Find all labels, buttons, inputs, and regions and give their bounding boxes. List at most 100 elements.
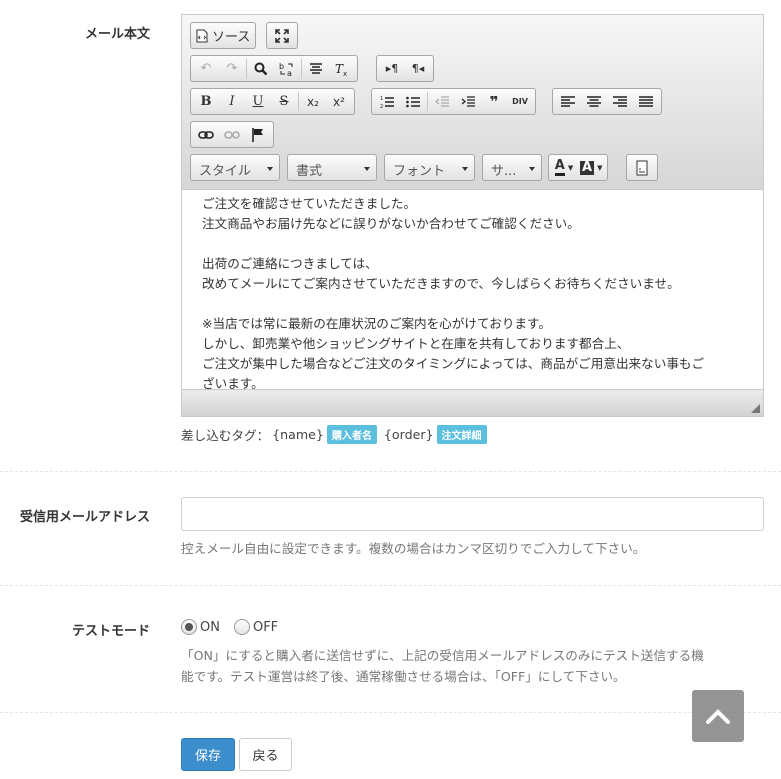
svg-text:b: b <box>279 62 284 71</box>
show-blocks-button[interactable] <box>629 157 655 178</box>
font-select[interactable]: フォント <box>384 154 475 181</box>
bulleted-list-button[interactable] <box>400 91 426 112</box>
receive-email-label: 受信用メールアドレス <box>19 510 150 525</box>
redo-button[interactable]: ↷ <box>219 58 245 79</box>
svg-text:1: 1 <box>380 96 383 102</box>
ltr-button[interactable]: ▸¶ <box>379 58 405 79</box>
anchor-button[interactable] <box>245 124 271 145</box>
format-select[interactable]: 書式 <box>287 154 377 181</box>
subscript-button[interactable]: x₂ <box>300 91 326 112</box>
undo-icon: ↶ <box>200 61 212 76</box>
size-select[interactable]: サ... <box>482 154 542 181</box>
rtl-icon: ¶◂ <box>411 62 425 75</box>
test-mode-off-radio[interactable] <box>233 619 250 635</box>
strike-button[interactable]: S <box>271 91 297 112</box>
content-line: ※当店では常に最新の在庫状況のご案内を心がけております。 <box>202 316 551 331</box>
bold-icon: B <box>200 94 212 109</box>
maximize-button[interactable] <box>269 25 295 46</box>
align-right-button[interactable] <box>607 91 633 112</box>
div-button[interactable]: DIV <box>507 91 533 112</box>
chevron-down-icon: ▼ <box>567 163 574 172</box>
back-button[interactable]: 戻る <box>239 738 292 771</box>
superscript-button[interactable]: x² <box>326 91 352 112</box>
toolbar-group-clipboard: ↶ ↷ ba Tx <box>190 55 358 82</box>
maximize-icon <box>275 28 289 43</box>
order-tag-badge[interactable]: 注文詳細 <box>436 425 487 444</box>
underline-button[interactable]: U <box>245 91 271 112</box>
resize-handle-icon[interactable] <box>751 404 760 413</box>
text-color-button[interactable]: A ▼ <box>551 157 577 178</box>
content-line: 注文商品やお届け先などに誤りがないか合わせてご確認ください。 <box>202 216 580 231</box>
link-button[interactable] <box>193 124 219 145</box>
order-tag-token: {order} <box>383 427 434 442</box>
numbered-list-button[interactable]: 12 <box>374 91 400 112</box>
scroll-to-top-button[interactable] <box>692 690 744 742</box>
content-line: ご注文が集中した場合などご注文のタイミングによっては、商品がご用意出来ない事もご <box>202 356 705 371</box>
editor-content[interactable]: ご注文を確認させていただきました。 注文商品やお届け先などに誤りがないか合わせて… <box>182 190 763 390</box>
content-line: 改めてメールにてご案内させていただきますので、今しばらくお待ちくださいませ。 <box>202 276 680 291</box>
receive-email-help: 控えメール自由に設定できます。複数の場合はカンマ区切りでご入力して下さい。 <box>181 541 646 556</box>
bg-color-icon: A <box>580 159 595 175</box>
test-mode-on-label[interactable]: ON <box>200 620 220 635</box>
undo-button[interactable]: ↶ <box>193 58 219 79</box>
toolbar-group-document: ソース <box>190 22 257 49</box>
rtl-button[interactable]: ¶◂ <box>405 58 431 79</box>
format-select-value: 書式 <box>296 164 323 179</box>
unlink-icon <box>224 130 240 139</box>
receive-email-input[interactable] <box>181 497 764 531</box>
align-justify-icon <box>639 95 653 107</box>
align-center-button[interactable] <box>581 91 607 112</box>
remove-format-button[interactable]: Tx <box>329 58 355 79</box>
test-mode-label: テストモード <box>71 624 150 639</box>
ltr-icon: ▸¶ <box>385 62 399 75</box>
save-button[interactable]: 保存 <box>181 738 235 771</box>
strike-icon: S <box>279 94 289 109</box>
select-all-button[interactable] <box>303 58 329 79</box>
find-button[interactable] <box>248 58 274 79</box>
bold-button[interactable]: B <box>193 91 219 112</box>
replace-icon: ba <box>279 62 293 77</box>
outdent-icon <box>435 95 449 107</box>
outdent-button[interactable] <box>429 91 455 112</box>
toolbar-group-align <box>552 88 662 115</box>
chevron-down-icon <box>364 167 370 171</box>
link-icon <box>198 130 214 139</box>
test-mode-help: 「ON」にすると購入者に送信せずに、上記の受信用メールアドレスのみにテスト送信す… <box>181 645 771 687</box>
italic-button[interactable]: I <box>219 91 245 112</box>
test-mode-on-radio[interactable] <box>181 619 197 635</box>
redo-icon: ↷ <box>226 61 238 76</box>
divider <box>0 471 781 472</box>
bg-color-button[interactable]: A ▼ <box>577 157 605 178</box>
source-label: ソース <box>212 30 251 45</box>
divider <box>0 712 781 713</box>
insert-tags-prefix: 差し込むタグ： <box>181 428 270 443</box>
content-line: 出荷のご連絡につきましては、 <box>202 256 378 271</box>
div-icon: DIV <box>512 97 528 106</box>
size-select-value: サ... <box>491 164 517 179</box>
chevron-down-icon <box>462 167 468 171</box>
content-line: しかし、卸売業や他ショッピングサイトと在庫を共有しております都合上、 <box>202 336 630 351</box>
name-tag-badge[interactable]: 購入者名 <box>326 425 377 444</box>
editor-toolbar: ソース ↶ ↷ ba Tx ▸¶ ¶◂ B I U S x₂ x² 1 2 ❞ … <box>182 15 763 190</box>
test-mode-off-label[interactable]: OFF <box>253 620 278 635</box>
subscript-icon: x₂ <box>307 94 319 109</box>
unlink-button[interactable] <box>219 124 245 145</box>
superscript-icon: x² <box>333 94 345 109</box>
align-left-button[interactable] <box>555 91 581 112</box>
chevron-down-icon <box>529 167 535 171</box>
numbered-list-icon: 12 <box>380 96 394 109</box>
toolbar-group-basicstyles: B I U S x₂ x² <box>190 88 355 115</box>
replace-button[interactable]: ba <box>274 58 300 79</box>
svg-text:x: x <box>343 70 347 76</box>
blockquote-button[interactable]: ❞ <box>481 91 507 112</box>
underline-icon: U <box>252 94 264 109</box>
source-button[interactable]: ソース <box>193 25 253 46</box>
toolbar-group-colors: A ▼ A ▼ <box>548 154 609 181</box>
indent-button[interactable] <box>455 91 481 112</box>
remove-format-icon: Tx <box>335 62 347 76</box>
italic-icon: I <box>229 94 235 109</box>
toolbar-group-maximize <box>266 22 298 49</box>
style-select[interactable]: スタイル <box>190 154 280 181</box>
align-justify-button[interactable] <box>633 91 659 112</box>
insert-tags: 差し込むタグ： {name} 購入者名 {order} 注文詳細 <box>181 425 491 444</box>
